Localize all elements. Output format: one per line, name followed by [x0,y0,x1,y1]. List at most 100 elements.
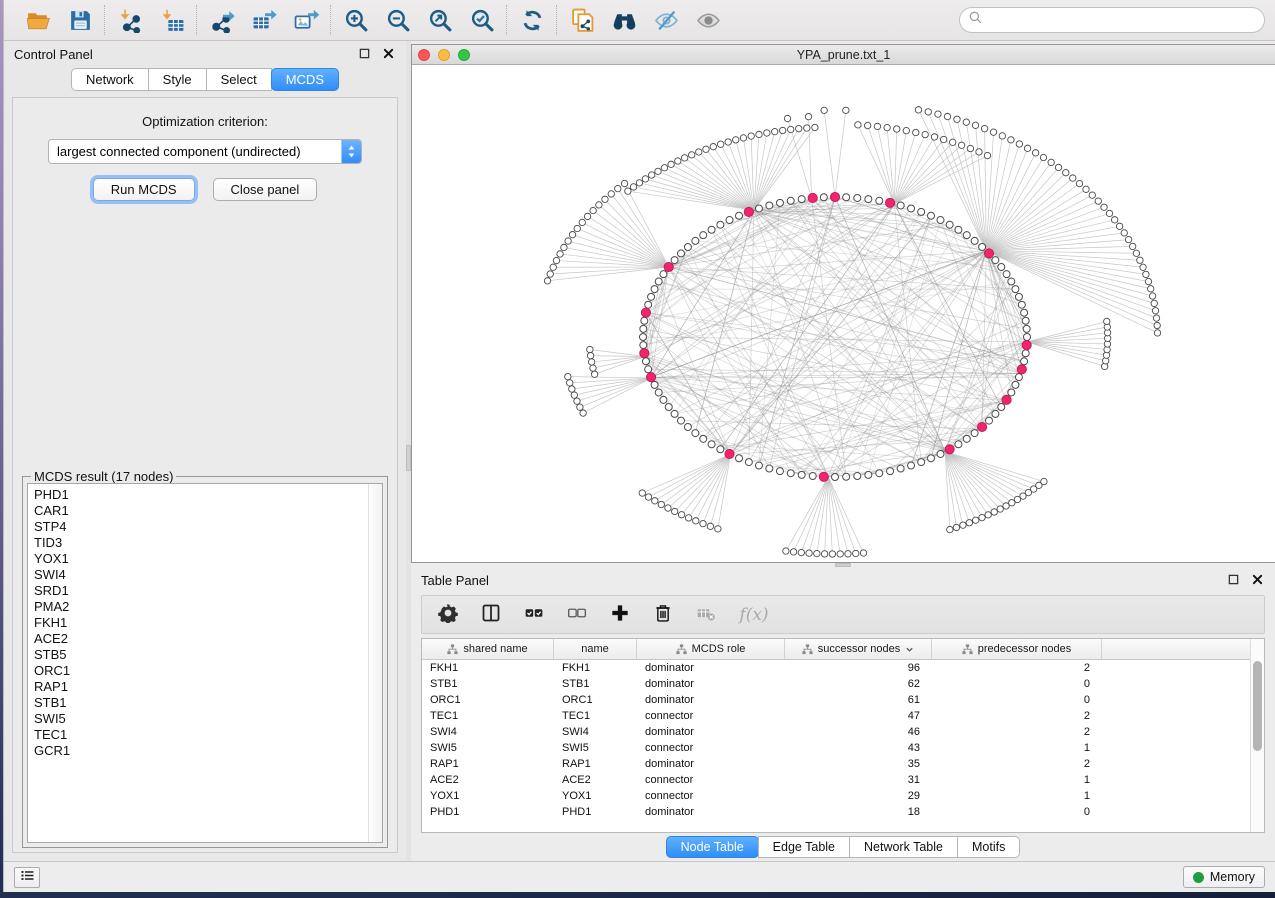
network-canvas[interactable] [412,65,1275,562]
network-node[interactable] [897,202,904,209]
column-header-shared-name[interactable]: shared name [422,639,554,659]
network-node[interactable] [955,226,962,233]
network-node[interactable] [971,237,978,244]
tab-network[interactable]: Network [71,68,149,91]
network-node[interactable] [717,221,724,228]
network-node[interactable] [708,441,715,448]
table-tab-edge-table[interactable]: Edge Table [758,836,850,858]
network-node[interactable] [677,417,684,424]
result-node-item[interactable]: GCR1 [34,743,368,759]
network-node[interactable] [766,202,773,209]
mcds-hub-node[interactable] [1002,395,1011,404]
network-node[interactable] [937,217,944,224]
minimize-window-icon[interactable] [438,49,450,61]
network-node[interactable] [1008,278,1015,285]
run-mcds-button[interactable]: Run MCDS [93,178,195,201]
mcds-result-list[interactable]: PHD1CAR1STP4TID3YOX1SWI4SRD1PMA2FKH1ACE2… [27,483,383,843]
column-header-MCDS-role[interactable]: MCDS role [637,639,785,659]
network-node[interactable] [876,470,883,477]
network-node[interactable] [671,410,678,417]
result-node-item[interactable]: SWI5 [34,711,368,727]
tab-select[interactable]: Select [206,68,272,91]
result-node-item[interactable]: STP4 [34,519,368,535]
table-tab-node-table[interactable]: Node Table [666,836,759,858]
network-node[interactable] [692,237,699,244]
network-node[interactable] [1015,374,1022,381]
network-node[interactable] [865,471,872,478]
import-network-button[interactable] [116,6,144,34]
network-node[interactable] [787,197,794,204]
result-scrollbar[interactable] [368,484,382,842]
network-node[interactable] [1015,293,1022,300]
network-node[interactable] [645,366,652,373]
result-node-item[interactable]: SRD1 [34,583,368,599]
network-node[interactable] [986,417,993,424]
network-window-titlebar[interactable]: YPA_prune.txt_1 [412,45,1275,65]
network-node[interactable] [755,205,762,212]
network-node[interactable] [820,194,827,201]
plus-button[interactable] [608,603,632,627]
network-node[interactable] [745,459,752,466]
save-session-button[interactable] [66,6,94,34]
zoom-out-button[interactable] [384,6,412,34]
table-row[interactable]: SWI5SWI5connector431 [422,740,1250,756]
close-window-icon[interactable] [418,49,430,61]
network-node[interactable] [660,396,667,403]
network-node[interactable] [651,381,658,388]
network-node[interactable] [736,212,743,219]
open-file-button[interactable] [24,6,52,34]
network-node[interactable] [843,473,850,480]
network-node[interactable] [726,217,733,224]
vertical-splitter[interactable] [406,41,411,861]
network-node[interactable] [708,226,715,233]
control-panel-float-button[interactable] [356,46,372,62]
task-history-button[interactable] [14,867,40,888]
network-node[interactable] [776,468,783,475]
scrollbar-thumb[interactable] [1253,661,1262,751]
network-node[interactable] [979,244,986,251]
mcds-hub-node[interactable] [830,192,839,201]
network-node[interactable] [640,342,647,349]
result-node-item[interactable]: STB5 [34,647,368,663]
table-row[interactable]: ACE2ACE2connector311 [422,772,1250,788]
memory-button[interactable]: Memory [1183,866,1265,888]
network-node[interactable] [677,250,684,257]
tab-style[interactable]: Style [148,68,207,91]
network-node[interactable] [776,199,783,206]
network-node[interactable] [963,232,970,239]
table-row[interactable]: FKH1FKH1dominator962 [422,660,1250,676]
network-graph[interactable] [412,65,1275,561]
network-node[interactable] [700,232,707,239]
table-row[interactable]: ORC1ORC1dominator610 [422,692,1250,708]
mcds-hub-node[interactable] [819,472,828,481]
mcds-hub-node[interactable] [744,207,753,216]
columns-button[interactable] [479,603,503,627]
network-node[interactable] [1022,317,1029,324]
network-node[interactable] [717,446,724,453]
network-node[interactable] [1023,325,1030,332]
network-node[interactable] [1018,301,1025,308]
tab-mcds[interactable]: MCDS [271,68,339,91]
network-node[interactable] [955,441,962,448]
zoom-fit-button[interactable] [426,6,454,34]
mcds-hub-node[interactable] [977,422,986,431]
gear-button[interactable] [436,603,460,627]
criterion-select[interactable]: largest connected component (undirected) [48,139,362,164]
network-node[interactable] [700,435,707,442]
network-node[interactable] [766,465,773,472]
table-row[interactable]: YOX1YOX1connector291 [422,788,1250,804]
network-node[interactable] [928,212,935,219]
result-node-item[interactable]: YOX1 [34,551,368,567]
network-node[interactable] [684,244,691,251]
column-header-name[interactable]: name [554,639,637,659]
trash-button[interactable] [651,603,675,627]
network-node[interactable] [998,264,1005,271]
network-node[interactable] [798,196,805,203]
splitter-grip[interactable] [406,445,411,471]
search-input[interactable] [989,12,1256,28]
result-node-item[interactable]: STB1 [34,695,368,711]
network-node[interactable] [755,462,762,469]
network-node[interactable] [854,473,861,480]
network-node[interactable] [918,459,925,466]
check-all-button[interactable] [522,603,546,627]
